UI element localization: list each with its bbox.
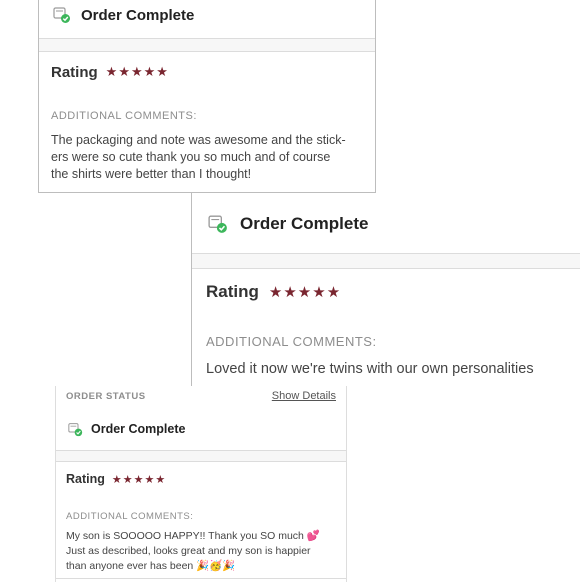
star-icon: ★ bbox=[326, 284, 342, 301]
section-divider bbox=[192, 253, 580, 269]
review-card-2: Order Complete Rating ★ ★ ★ ★ ★ ADDITIONAL C… bbox=[191, 193, 580, 388]
star-icon: ★ bbox=[118, 64, 131, 79]
comment-line: ers were so cute thank you so much and o… bbox=[51, 150, 331, 164]
star-icon: ★ bbox=[156, 64, 169, 79]
comment-line: the shirts were better than I thought! bbox=[51, 167, 252, 181]
order-complete-icon bbox=[68, 422, 83, 437]
rating-label: Rating bbox=[51, 63, 98, 81]
rating-row: Rating ★ ★ ★ ★ ★ bbox=[66, 470, 346, 488]
rating-stars: ★ ★ ★ ★ ★ bbox=[106, 64, 169, 80]
comment-line: Just as described, looks great and my so… bbox=[66, 545, 311, 557]
section-divider bbox=[56, 450, 346, 462]
star-icon: ★ bbox=[143, 64, 157, 79]
rating-label: Rating bbox=[66, 472, 105, 486]
star-icon: ★ bbox=[155, 473, 167, 486]
review-card-1: Order Complete Rating ★ ★ ★ ★ ★ ADDITIONAL C… bbox=[38, 0, 376, 193]
comments-label: ADDITIONAL COMMENTS: bbox=[206, 334, 377, 349]
order-status-row: Order Complete bbox=[68, 419, 346, 439]
order-status-title: Order Complete bbox=[91, 422, 186, 436]
card-bottom-border bbox=[56, 578, 346, 579]
comments-label: ADDITIONAL COMMENTS: bbox=[51, 110, 197, 122]
comment-text: My son is SOOOOO HAPPY!! Thank you SO mu… bbox=[66, 529, 320, 574]
show-details-link[interactable]: Show Details bbox=[272, 390, 336, 402]
comment-line: Loved it now we're twins with our own pe… bbox=[206, 361, 534, 377]
rating-row: Rating ★ ★ ★ ★ ★ bbox=[51, 62, 375, 82]
star-icon: ★ bbox=[297, 284, 313, 301]
comment-line: My son is SOOOOO HAPPY!! Thank you SO mu… bbox=[66, 530, 320, 542]
order-status-label: ORDER STATUS bbox=[66, 391, 146, 402]
star-icon: ★ bbox=[283, 284, 298, 301]
comments-label: ADDITIONAL COMMENTS: bbox=[66, 511, 194, 522]
star-icon: ★ bbox=[144, 473, 156, 486]
order-status-title: Order Complete bbox=[240, 214, 369, 233]
section-divider bbox=[39, 38, 375, 52]
star-icon: ★ bbox=[111, 473, 123, 486]
rating-label: Rating bbox=[206, 282, 259, 301]
order-complete-icon bbox=[53, 6, 71, 24]
rating-stars: ★ ★ ★ ★ ★ bbox=[112, 473, 166, 486]
star-icon: ★ bbox=[268, 284, 284, 301]
review-card-3: ORDER STATUS Show Details Order Complete… bbox=[55, 386, 347, 582]
star-icon: ★ bbox=[105, 64, 119, 79]
rating-stars: ★ ★ ★ ★ ★ bbox=[269, 283, 341, 301]
order-status-title: Order Complete bbox=[81, 6, 195, 24]
star-icon: ★ bbox=[122, 473, 134, 486]
star-icon: ★ bbox=[133, 473, 145, 486]
star-icon: ★ bbox=[130, 64, 144, 79]
comment-text: Loved it now we're twins with our own pe… bbox=[206, 360, 534, 379]
order-status-row: Order Complete bbox=[53, 4, 375, 26]
comment-text: The packaging and note was awesome and t… bbox=[51, 132, 346, 183]
comment-line: than anyone ever has been 🎉🥳🎉 bbox=[66, 560, 236, 572]
rating-row: Rating ★ ★ ★ ★ ★ bbox=[206, 280, 580, 304]
comment-line: The packaging and note was awesome and t… bbox=[51, 133, 346, 147]
order-complete-icon bbox=[208, 214, 228, 234]
star-icon: ★ bbox=[312, 284, 327, 301]
order-status-row: Order Complete bbox=[208, 212, 580, 236]
